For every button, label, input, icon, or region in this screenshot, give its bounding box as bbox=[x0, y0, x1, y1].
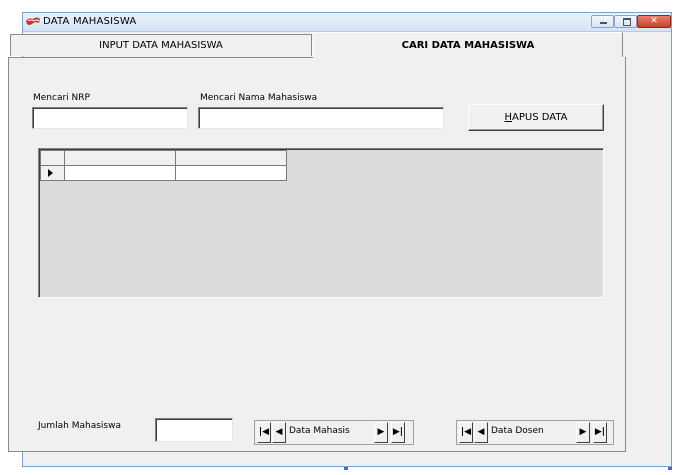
move-last-button[interactable]: ▶| bbox=[593, 422, 607, 443]
grid-header-row bbox=[40, 150, 287, 166]
title-bar[interactable]: DATA MAHASISWA ✕ bbox=[23, 13, 671, 32]
first-record-icon: |◀ bbox=[258, 427, 270, 437]
data-control-caption: Data Mahasis bbox=[289, 426, 350, 436]
move-first-button[interactable]: |◀ bbox=[257, 422, 271, 443]
tab-panel-divider bbox=[8, 57, 313, 58]
hapus-data-label: APUS DATA bbox=[512, 112, 568, 123]
move-previous-button[interactable]: ◀ bbox=[474, 422, 488, 443]
tab-input-data-mahasiswa[interactable]: INPUT DATA MAHASISWA bbox=[10, 34, 312, 56]
nrp-search-input[interactable] bbox=[32, 107, 188, 129]
first-record-icon: |◀ bbox=[460, 427, 472, 437]
data-control-mahasiswa: |◀ ◀ Data Mahasis ▶ ▶| bbox=[254, 420, 414, 445]
previous-record-icon: ◀ bbox=[275, 427, 283, 437]
window-title: DATA MAHASISWA bbox=[43, 16, 137, 27]
last-record-icon: ▶| bbox=[392, 427, 404, 437]
hapus-data-hotkey: H bbox=[504, 112, 513, 123]
minimize-button[interactable] bbox=[591, 15, 614, 28]
close-button[interactable]: ✕ bbox=[637, 15, 671, 28]
nrp-search-label: Mencari NRP bbox=[33, 93, 90, 103]
move-last-button[interactable]: ▶| bbox=[391, 422, 405, 443]
grid-column-header[interactable] bbox=[175, 150, 287, 166]
grid-cell[interactable] bbox=[64, 165, 176, 181]
row-indicator[interactable] bbox=[40, 165, 65, 181]
grid-table bbox=[40, 150, 287, 181]
next-record-icon: ▶ bbox=[377, 427, 385, 437]
last-record-icon: ▶| bbox=[594, 427, 606, 437]
nama-search-input[interactable] bbox=[198, 107, 444, 129]
nama-search-label: Mencari Nama Mahasiswa bbox=[200, 93, 318, 103]
current-row-arrow-icon bbox=[48, 169, 53, 177]
data-control-dosen: |◀ ◀ Data Dosen ▶ ▶| bbox=[456, 420, 614, 445]
tab-cari-data-mahasiswa[interactable]: CARI DATA MAHASISWA bbox=[313, 32, 623, 58]
jumlah-mahasiswa-input[interactable] bbox=[155, 418, 233, 442]
close-icon: ✕ bbox=[650, 16, 658, 26]
grid-corner-cell[interactable] bbox=[40, 150, 65, 166]
app-icon bbox=[26, 17, 40, 25]
hapus-data-button[interactable]: HAPUS DATA bbox=[468, 104, 604, 131]
grid-cell[interactable] bbox=[175, 165, 287, 181]
data-grid[interactable] bbox=[38, 148, 604, 298]
move-previous-button[interactable]: ◀ bbox=[272, 422, 286, 443]
maximize-button[interactable] bbox=[614, 15, 637, 28]
move-next-button[interactable]: ▶ bbox=[374, 422, 388, 443]
maximize-icon bbox=[623, 18, 631, 26]
jumlah-mahasiswa-label: Jumlah Mahasiswa bbox=[38, 421, 121, 431]
table-row[interactable] bbox=[40, 165, 287, 181]
data-control-caption: Data Dosen bbox=[491, 426, 544, 436]
grid-column-header[interactable] bbox=[64, 150, 176, 166]
move-next-button[interactable]: ▶ bbox=[576, 422, 590, 443]
move-first-button[interactable]: |◀ bbox=[459, 422, 473, 443]
minimize-icon bbox=[600, 22, 607, 24]
previous-record-icon: ◀ bbox=[477, 427, 485, 437]
next-record-icon: ▶ bbox=[579, 427, 587, 437]
